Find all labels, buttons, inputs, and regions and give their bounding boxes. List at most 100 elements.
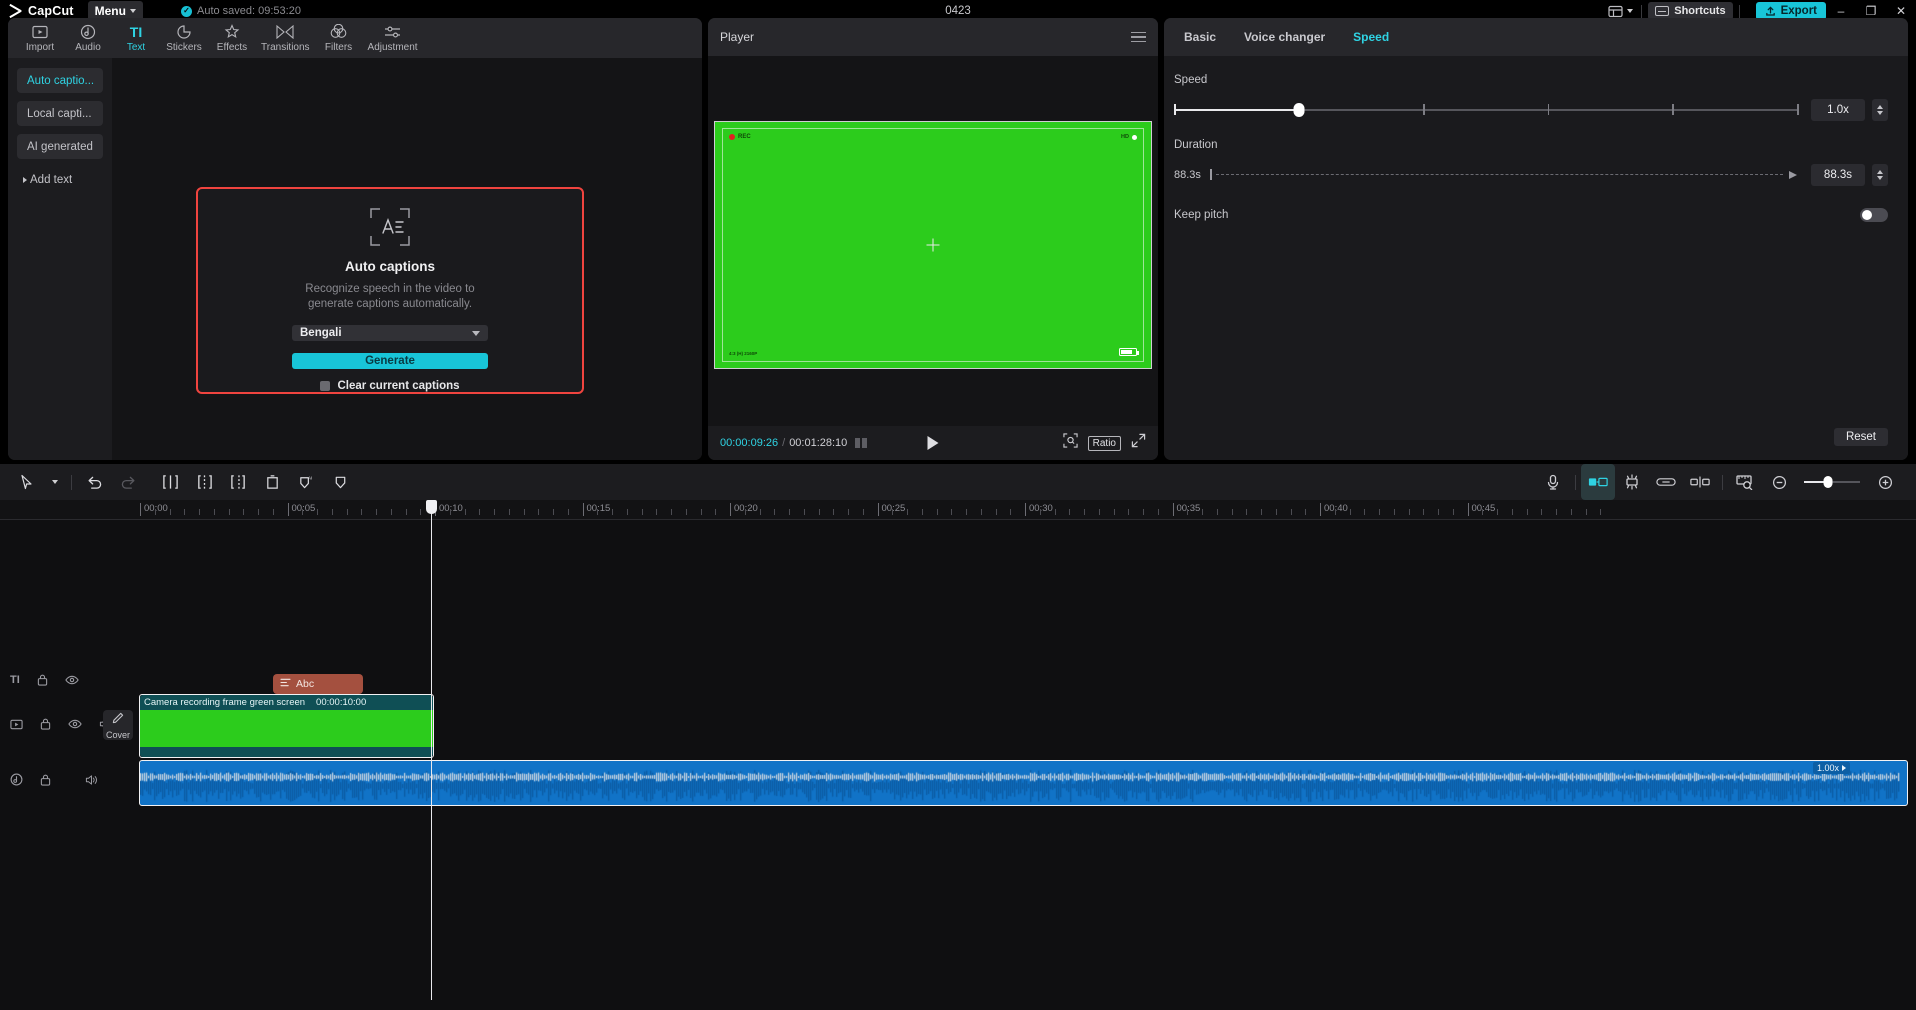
speed-value-input[interactable]: 1.0x (1811, 99, 1865, 121)
stepper-up-icon[interactable] (1877, 105, 1883, 109)
language-select[interactable]: Bengali (292, 325, 488, 341)
sidebar-item-ai-generated[interactable]: AI generated (17, 134, 103, 159)
zoom-out-button[interactable] (1762, 464, 1796, 500)
tool-dropdown-button[interactable] (44, 464, 66, 500)
text-clip[interactable]: Abc (273, 674, 363, 694)
record-voiceover-button[interactable] (1536, 464, 1570, 500)
duration-start-value: 88.3s (1174, 169, 1201, 181)
video-preview[interactable]: REC HD 4:3 (H) 2160P (714, 121, 1152, 369)
duration-value-input[interactable]: 88.3s (1811, 164, 1865, 186)
tab-basic[interactable]: Basic (1184, 30, 1216, 44)
reset-button[interactable]: Reset (1833, 428, 1888, 446)
video-clip[interactable]: Camera recording frame green screen 00:0… (140, 695, 433, 757)
magnetic-button[interactable] (1615, 464, 1649, 500)
speed-slider[interactable] (1174, 103, 1799, 117)
adjust-track-height-button[interactable] (1728, 464, 1762, 500)
current-timecode[interactable]: 00:00:09:26 (720, 437, 778, 449)
audio-speed-label: 1.00x (1816, 763, 1839, 773)
tab-audio[interactable]: Audio (64, 18, 112, 58)
audio-speed-badge[interactable]: 1.00x (1812, 762, 1850, 774)
player-title: Player (720, 30, 755, 44)
split-button[interactable] (153, 464, 187, 500)
playhead-handle[interactable] (426, 500, 437, 514)
eye-icon[interactable] (65, 675, 79, 685)
sidebar-item-local-captions[interactable]: Local capti... (17, 101, 103, 126)
stepper-up-icon[interactable] (1877, 170, 1883, 174)
undo-button[interactable] (77, 464, 111, 500)
ruler-minor-tick (759, 509, 761, 515)
frames-icon[interactable] (855, 438, 868, 448)
preview-quality-icon[interactable] (1063, 433, 1078, 453)
chevron-right-icon (23, 176, 27, 183)
volume-icon[interactable] (85, 774, 98, 786)
trim-right-button[interactable] (221, 464, 255, 500)
trim-left-button[interactable] (187, 464, 221, 500)
audio-clip[interactable] (139, 760, 1908, 806)
ai-mask-button[interactable]: AI (289, 464, 323, 500)
cover-label: Cover (105, 729, 130, 740)
ruler-minor-tick (464, 509, 466, 515)
video-track-icon (10, 719, 23, 730)
snap-button[interactable] (1683, 464, 1717, 500)
select-tool-button[interactable] (10, 464, 44, 500)
slider-fill (1174, 109, 1299, 111)
keep-pitch-toggle[interactable] (1860, 208, 1888, 222)
sidebar-item-add-text[interactable]: Add text (17, 167, 103, 192)
ruler-minor-tick (833, 509, 835, 515)
ruler-minor-tick (1275, 509, 1277, 515)
ruler-minor-tick (1556, 509, 1557, 515)
clear-captions-checkbox[interactable] (320, 381, 331, 391)
tab-adjustment[interactable]: Adjustment (363, 18, 423, 58)
auto-fill-button[interactable] (1581, 464, 1615, 500)
sidebar-item-auto-captions[interactable]: Auto captio... (17, 68, 103, 93)
media-tab-bar: Import Audio TI Text Stickers Effects Tr… (8, 18, 702, 58)
timeline-zoom-slider[interactable] (1804, 475, 1860, 489)
playhead[interactable] (426, 500, 437, 1000)
properties-tab-bar: Basic Voice changer Speed (1164, 18, 1908, 56)
ratio-button[interactable]: Ratio (1087, 435, 1121, 451)
tab-speed[interactable]: Speed (1353, 30, 1389, 44)
timeline-ruler[interactable]: 00:00 00:05 00:10 00:15 00:20 00:25 00:30 00:35… (0, 500, 1916, 520)
ruler-minor-tick (199, 509, 200, 515)
player-menu-icon[interactable] (1131, 31, 1146, 43)
capcut-window: CapCut Menu ✓ Auto saved: 09:53:20 0423 … (0, 0, 1916, 1010)
ruler-minor-tick (346, 509, 348, 515)
redo-button[interactable] (111, 464, 145, 500)
mask-button[interactable] (323, 464, 357, 500)
player-panel: Player REC HD 4:3 (H) 2160P 00:00:09:26 (708, 18, 1158, 460)
lock-icon[interactable] (40, 718, 51, 730)
tab-transitions[interactable]: Transitions (256, 18, 315, 58)
transitions-icon (276, 23, 294, 40)
slider-knob[interactable] (1293, 103, 1305, 117)
ruler-minor-tick (1143, 509, 1144, 515)
ruler-minor-tick (508, 509, 510, 515)
fullscreen-icon[interactable] (1131, 433, 1146, 453)
zoom-in-button[interactable] (1868, 464, 1902, 500)
delete-button[interactable] (255, 464, 289, 500)
speed-stepper[interactable] (1872, 99, 1888, 121)
eye-icon[interactable] (68, 719, 82, 729)
tab-stickers[interactable]: Stickers (160, 18, 208, 58)
clear-captions-row[interactable]: Clear current captions (320, 380, 460, 392)
stepper-down-icon[interactable] (1877, 176, 1883, 180)
menu-label: Menu (94, 4, 126, 18)
tab-text[interactable]: TI Text (112, 18, 160, 58)
play-button[interactable] (927, 436, 939, 450)
play-small-icon (1842, 765, 1846, 771)
keyboard-icon (1655, 6, 1670, 16)
tab-voice-changer[interactable]: Voice changer (1244, 30, 1325, 44)
lock-icon[interactable] (40, 774, 51, 786)
tab-import[interactable]: Import (16, 18, 64, 58)
cover-button[interactable]: Cover (103, 710, 133, 740)
generate-button[interactable]: Generate (292, 353, 488, 369)
ruler-minor-tick (494, 509, 495, 515)
stepper-down-icon[interactable] (1877, 111, 1883, 115)
zoom-slider-knob[interactable] (1823, 476, 1833, 488)
duration-stepper[interactable] (1872, 164, 1888, 186)
lock-icon[interactable] (37, 674, 48, 686)
ruler-minor-tick (848, 509, 849, 515)
tab-effects[interactable]: Effects (208, 18, 256, 58)
link-button[interactable] (1649, 464, 1683, 500)
tab-filters[interactable]: Filters (315, 18, 363, 58)
ruler-minor-tick (1408, 509, 1410, 515)
